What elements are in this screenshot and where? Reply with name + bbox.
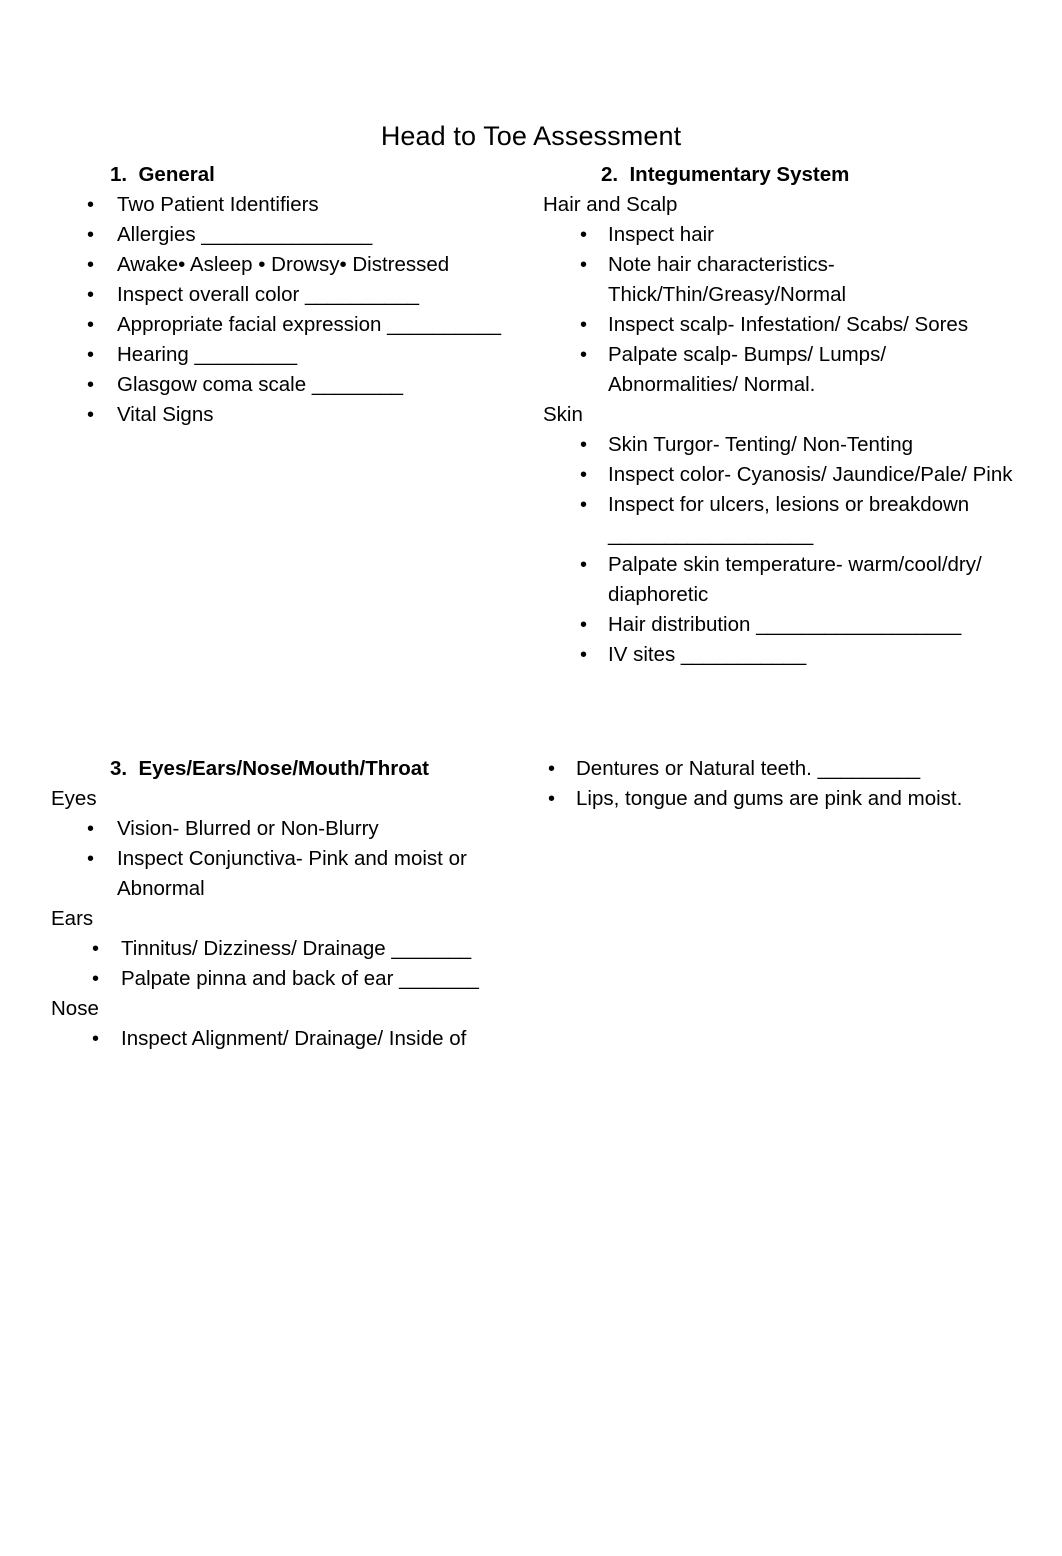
bullet-icon: • bbox=[580, 464, 588, 486]
list-item: • Skin Turgor- Tenting/ Non-Tenting bbox=[540, 430, 1020, 460]
list-item-label: Hair distribution __________________ bbox=[608, 613, 962, 636]
bullet-icon: • bbox=[580, 644, 588, 666]
list-item-label: Inspect color- Cyanosis/ Jaundice/Pale/ … bbox=[608, 463, 1013, 486]
list-item: • Awake• Asleep • Drowsy• Distressed bbox=[48, 250, 518, 280]
list-item: • Inspect Alignment/ Drainage/ Inside of bbox=[48, 1024, 518, 1054]
bullet-icon: • bbox=[548, 758, 556, 780]
subgroup-label-hair-and-scalp: Hair and Scalp bbox=[543, 193, 678, 216]
list-item-label: Awake• Asleep • Drowsy• Distressed bbox=[117, 253, 450, 276]
bullet-icon: • bbox=[87, 314, 95, 336]
list-item-label: Inspect Conjunctiva- Pink and moist or A… bbox=[117, 847, 467, 900]
skin-list: • Skin Turgor- Tenting/ Non-Tenting • In… bbox=[540, 430, 1020, 670]
bullet-icon: • bbox=[580, 254, 588, 276]
bullet-icon: • bbox=[580, 314, 588, 336]
subgroup-label-skin: Skin bbox=[543, 403, 583, 426]
list-item: • Vision- Blurred or Non-Blurry bbox=[48, 814, 518, 844]
list-item: • Inspect overall color __________ bbox=[48, 280, 518, 310]
bullet-icon: • bbox=[87, 194, 95, 216]
list-item: • Lips, tongue and gums are pink and moi… bbox=[540, 784, 1020, 814]
list-item-label: Two Patient Identifiers bbox=[117, 193, 319, 216]
list-item: • Hair distribution __________________ bbox=[540, 610, 1020, 640]
section-integumentary-heading: 2. Integumentary System bbox=[601, 163, 850, 186]
list-item: • Palpate scalp- Bumps/ Lumps/ Abnormali… bbox=[540, 340, 1020, 400]
general-list: • Two Patient Identifiers • Allergies __… bbox=[48, 190, 518, 430]
hair-and-scalp-list: • Inspect hair • Note hair characteristi… bbox=[540, 220, 1020, 400]
list-item-label: IV sites ___________ bbox=[608, 643, 807, 666]
bullet-icon: • bbox=[580, 344, 588, 366]
bullet-icon: • bbox=[87, 818, 95, 840]
subgroup-label-nose: Nose bbox=[51, 997, 99, 1020]
list-item-label: Palpate skin temperature- warm/cool/dry/… bbox=[608, 553, 982, 606]
subgroup-label-eyes: Eyes bbox=[51, 787, 97, 810]
list-item-label: Inspect hair bbox=[608, 223, 714, 246]
list-item-label: Dentures or Natural teeth. _________ bbox=[576, 757, 921, 780]
list-item: • Note hair characteristics- Thick/Thin/… bbox=[540, 250, 1020, 310]
bullet-icon: • bbox=[580, 224, 588, 246]
bullet-icon: • bbox=[87, 404, 95, 426]
list-item: • Inspect scalp- Infestation/ Scabs/ Sor… bbox=[540, 310, 1020, 340]
document-page: Head to Toe Assessment 1. General • Two … bbox=[0, 0, 1062, 1556]
subgroup-label-ears: Ears bbox=[51, 907, 94, 930]
bullet-icon: • bbox=[92, 938, 100, 960]
list-item-label: Vital Signs bbox=[117, 403, 214, 426]
bullet-icon: • bbox=[92, 1028, 100, 1050]
list-item-label: Tinnitus/ Dizziness/ Drainage _______ bbox=[121, 937, 472, 960]
list-item-label: Vision- Blurred or Non-Blurry bbox=[117, 817, 379, 840]
list-item-label: Note hair characteristics- Thick/Thin/Gr… bbox=[608, 253, 847, 306]
list-item-label: Inspect scalp- Infestation/ Scabs/ Sores bbox=[608, 313, 969, 336]
bullet-icon: • bbox=[87, 254, 95, 276]
list-item-label: Palpate scalp- Bumps/ Lumps/ Abnormaliti… bbox=[608, 343, 887, 396]
list-item: • Palpate skin temperature- warm/cool/dr… bbox=[540, 550, 1020, 610]
bullet-icon: • bbox=[580, 554, 588, 576]
list-item-label: Inspect for ulcers, lesions or breakdown… bbox=[608, 493, 970, 546]
list-item-label: Palpate pinna and back of ear _______ bbox=[121, 967, 479, 990]
bullet-icon: • bbox=[580, 434, 588, 456]
bullet-icon: • bbox=[87, 374, 95, 396]
bullet-icon: • bbox=[548, 788, 556, 810]
list-item: • Two Patient Identifiers bbox=[48, 190, 518, 220]
list-item: • Vital Signs bbox=[48, 400, 518, 430]
bullet-icon: • bbox=[87, 344, 95, 366]
section-general: 1. General • Two Patient Identifiers • A… bbox=[48, 160, 518, 430]
bullet-icon: • bbox=[580, 494, 588, 516]
bullet-icon: • bbox=[87, 284, 95, 306]
section-eent: 3. Eyes/Ears/Nose/Mouth/Throat Eyes • Vi… bbox=[48, 754, 518, 1054]
list-item-label: Appropriate facial expression __________ bbox=[117, 313, 502, 336]
list-item-label: Lips, tongue and gums are pink and moist… bbox=[576, 787, 963, 810]
bullet-icon: • bbox=[87, 224, 95, 246]
list-item-label: Inspect Alignment/ Drainage/ Inside of bbox=[121, 1027, 467, 1050]
list-item: • Tinnitus/ Dizziness/ Drainage _______ bbox=[48, 934, 518, 964]
section-general-heading: 1. General bbox=[110, 163, 215, 186]
list-item: • Hearing _________ bbox=[48, 340, 518, 370]
list-item-label: Hearing _________ bbox=[117, 343, 298, 366]
page-title: Head to Toe Assessment bbox=[380, 121, 682, 151]
list-item-label: Glasgow coma scale ________ bbox=[117, 373, 404, 396]
bullet-icon: • bbox=[580, 614, 588, 636]
list-item: • IV sites ___________ bbox=[540, 640, 1020, 670]
list-item: • Inspect hair bbox=[540, 220, 1020, 250]
list-item-label: Skin Turgor- Tenting/ Non-Tenting bbox=[608, 433, 914, 456]
eyes-list: • Vision- Blurred or Non-Blurry • Inspec… bbox=[48, 814, 518, 904]
section-eent-heading: 3. Eyes/Ears/Nose/Mouth/Throat bbox=[110, 757, 429, 780]
ears-list: • Tinnitus/ Dizziness/ Drainage _______ … bbox=[48, 934, 518, 994]
list-item: • Dentures or Natural teeth. _________ bbox=[540, 754, 1020, 784]
section-integumentary: 2. Integumentary System Hair and Scalp •… bbox=[540, 160, 1020, 670]
bullet-icon: • bbox=[87, 848, 95, 870]
list-item: • Inspect Conjunctiva- Pink and moist or… bbox=[48, 844, 518, 904]
list-item: • Inspect color- Cyanosis/ Jaundice/Pale… bbox=[540, 460, 1020, 490]
list-item: • Appropriate facial expression ________… bbox=[48, 310, 518, 340]
nose-list: • Inspect Alignment/ Drainage/ Inside of bbox=[48, 1024, 518, 1054]
list-item: • Inspect for ulcers, lesions or breakdo… bbox=[540, 490, 1020, 550]
bullet-icon: • bbox=[92, 968, 100, 990]
list-item-label: Allergies _______________ bbox=[117, 223, 373, 246]
mouth-throat-list: • Dentures or Natural teeth. _________ •… bbox=[540, 754, 1020, 814]
list-item: • Glasgow coma scale ________ bbox=[48, 370, 518, 400]
list-item-label: Inspect overall color __________ bbox=[117, 283, 420, 306]
list-item: • Allergies _______________ bbox=[48, 220, 518, 250]
section-eent-continued: • Dentures or Natural teeth. _________ •… bbox=[540, 754, 1020, 814]
list-item: • Palpate pinna and back of ear _______ bbox=[48, 964, 518, 994]
